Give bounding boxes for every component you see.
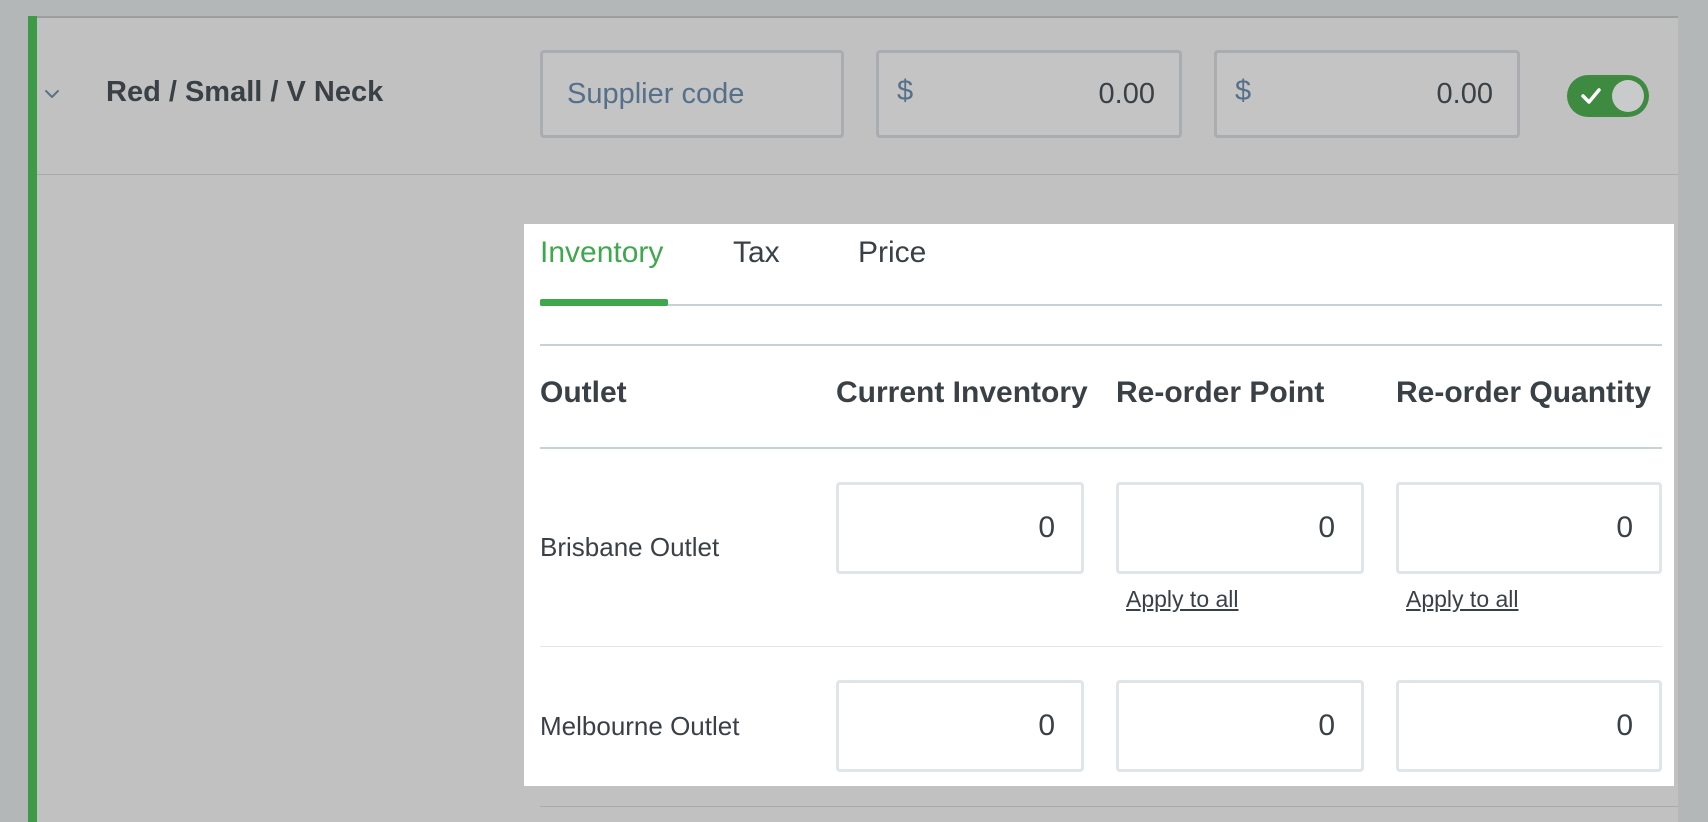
column-header-reorder-point: Re-order Point: [1116, 376, 1325, 409]
check-icon: [1579, 84, 1603, 108]
column-header-outlet: Outlet: [540, 376, 627, 409]
outlet-name-melbourne: Melbourne Outlet: [540, 711, 740, 741]
table-top-divider: [540, 344, 1662, 346]
row-divider-bottom: [540, 806, 1678, 807]
reorder-point-input-melbourne[interactable]: [1116, 680, 1364, 772]
tab-tax-label: Tax: [733, 236, 780, 269]
variant-name: Red / Small / V Neck: [106, 76, 384, 108]
chevron-down-icon-graphic: [45, 90, 59, 98]
tab-price-label: Price: [858, 236, 927, 269]
tab-inventory[interactable]: Inventory: [540, 236, 663, 270]
apply-to-all-reorder-point-link[interactable]: Apply to all: [1126, 586, 1239, 613]
active-tab-indicator: [540, 299, 668, 306]
tab-price[interactable]: Price: [858, 236, 926, 270]
outlet-name-brisbane: Brisbane Outlet: [540, 532, 720, 562]
toggle-knob: [1612, 80, 1644, 112]
reorder-point-input-brisbane[interactable]: [1116, 482, 1364, 574]
table-row-divider: [540, 646, 1662, 647]
reorder-quantity-input-melbourne[interactable]: [1396, 680, 1662, 772]
currency-symbol: $: [1235, 75, 1252, 107]
current-inventory-input-brisbane[interactable]: [836, 482, 1084, 574]
page: Red / Small / V Neck $ 0.00 $ 0.00 Inven…: [0, 0, 1708, 822]
currency-symbol: $: [897, 75, 914, 107]
reorder-quantity-input-brisbane[interactable]: [1396, 482, 1662, 574]
retail-price-field[interactable]: $ 0.00: [1214, 50, 1520, 138]
apply-to-all-reorder-quantity-link[interactable]: Apply to all: [1406, 586, 1519, 613]
column-header-current-inventory: Current Inventory: [836, 376, 1088, 409]
tab-bar: Inventory Tax Price: [540, 224, 1662, 306]
supplier-code-input[interactable]: [543, 53, 841, 135]
column-header-reorder-quantity: Re-order Quantity: [1396, 376, 1652, 409]
variant-accent-bar: [28, 16, 37, 822]
variant-details-popover: Inventory Tax Price Outlet Current Inven…: [524, 224, 1674, 786]
supply-price-value: 0.00: [1098, 78, 1155, 110]
variant-enabled-toggle[interactable]: [1567, 75, 1649, 117]
chevron-down-icon[interactable]: [42, 84, 62, 104]
current-inventory-input-melbourne[interactable]: [836, 680, 1084, 772]
row-divider: [37, 174, 1678, 175]
table-header-divider: [540, 447, 1662, 449]
supplier-code-field[interactable]: [540, 50, 844, 138]
supply-price-field[interactable]: $ 0.00: [876, 50, 1182, 138]
tab-tax[interactable]: Tax: [733, 236, 780, 270]
tab-inventory-label: Inventory: [540, 236, 664, 269]
retail-price-value: 0.00: [1436, 78, 1493, 110]
